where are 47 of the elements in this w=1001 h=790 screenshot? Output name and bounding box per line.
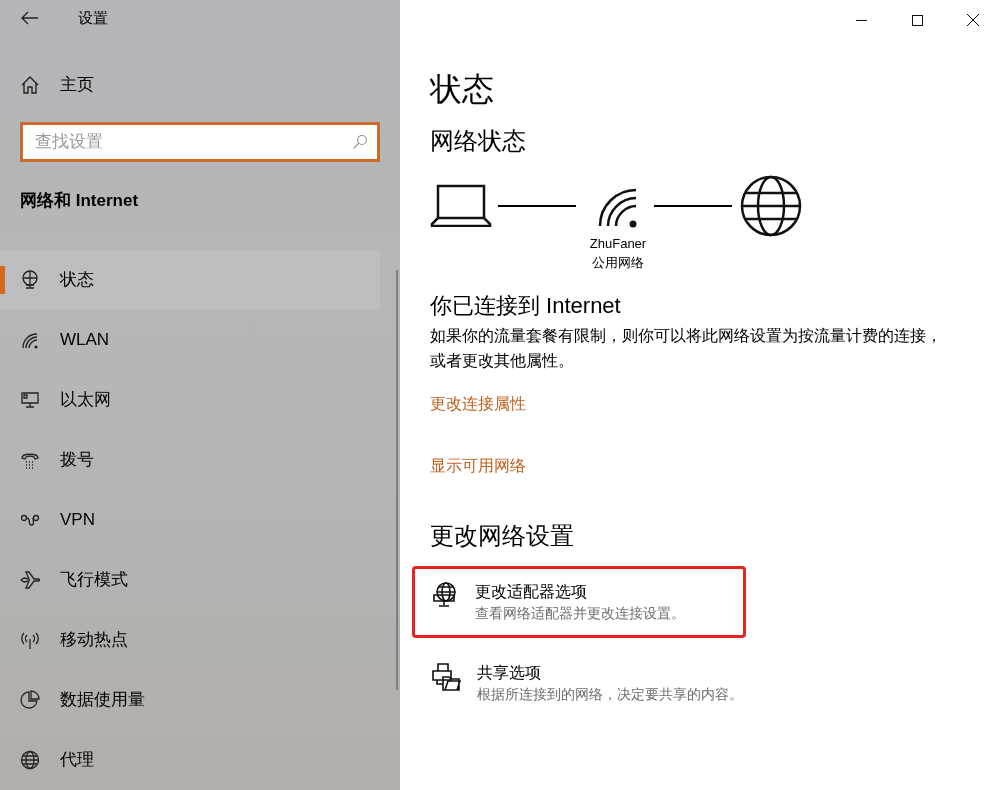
nav-item[interactable]: 数据使用量 — [0, 670, 380, 730]
globe-monitor-icon — [431, 581, 459, 609]
printer-folder-icon — [431, 662, 461, 692]
nav-item[interactable]: 状态 — [0, 250, 380, 310]
nav-item[interactable]: 飞行模式 — [0, 550, 380, 610]
minimize-icon — [855, 19, 867, 21]
settings-option[interactable]: 共享选项 根据所连接到的网络，决定要共享的内容。 — [412, 650, 812, 722]
settings-option[interactable]: 更改适配器选项 查看网络适配器并更改连接设置。 — [412, 566, 746, 638]
option-description: 根据所连接到的网络，决定要共享的内容。 — [477, 685, 743, 704]
nav-item[interactable]: WLAN — [0, 310, 380, 370]
globe-monitor-icon — [20, 270, 40, 290]
airplane-icon — [20, 570, 40, 590]
network-type: 公用网络 — [592, 254, 644, 272]
globe-icon — [20, 750, 40, 770]
connection-title: 你已连接到 Internet — [430, 292, 621, 320]
close-icon — [967, 14, 979, 26]
globe-icon — [740, 175, 802, 237]
page-title: 状态 — [430, 70, 494, 109]
scrollbar[interactable] — [396, 270, 398, 690]
link[interactable]: 更改连接属性 — [430, 392, 526, 416]
wifi-icon — [20, 330, 40, 350]
nav-item[interactable]: 以太网 — [0, 370, 380, 430]
connection-description: 如果你的流量套餐有限制，则你可以将此网络设置为按流量计费的连接，或者更改其他属性。 — [430, 326, 942, 371]
search-field[interactable]: 查找设置 — [20, 121, 380, 162]
nav-item[interactable]: 移动热点 — [0, 610, 380, 670]
option-description: 查看网络适配器并更改连接设置。 — [475, 604, 685, 623]
laptop-icon — [430, 183, 492, 227]
selection-indicator — [0, 266, 5, 294]
antenna-icon — [20, 630, 40, 650]
window-title: 设置 — [78, 7, 108, 28]
nav-item[interactable]: 拨号 — [0, 430, 380, 490]
search-icon — [352, 133, 368, 150]
section-heading: 更改网络设置 — [430, 521, 574, 551]
maximize-icon — [911, 14, 923, 26]
back-arrow-icon — [21, 10, 39, 25]
option-title: 共享选项 — [477, 663, 542, 683]
home-icon — [20, 74, 40, 95]
network-name: ZhuFaner — [589, 235, 647, 253]
home-item[interactable]: 主页 — [0, 66, 400, 103]
pie-chart-icon — [20, 690, 40, 710]
monitor-icon — [20, 390, 40, 410]
section-heading: 网络状态 — [430, 126, 526, 156]
link[interactable]: 显示可用网络 — [430, 454, 526, 478]
nav-item[interactable]: 代理 — [0, 730, 380, 790]
option-title: 更改适配器选项 — [475, 582, 588, 602]
nav-item[interactable]: VPN — [0, 490, 380, 550]
section-heading: 网络和 Internet — [20, 189, 140, 212]
